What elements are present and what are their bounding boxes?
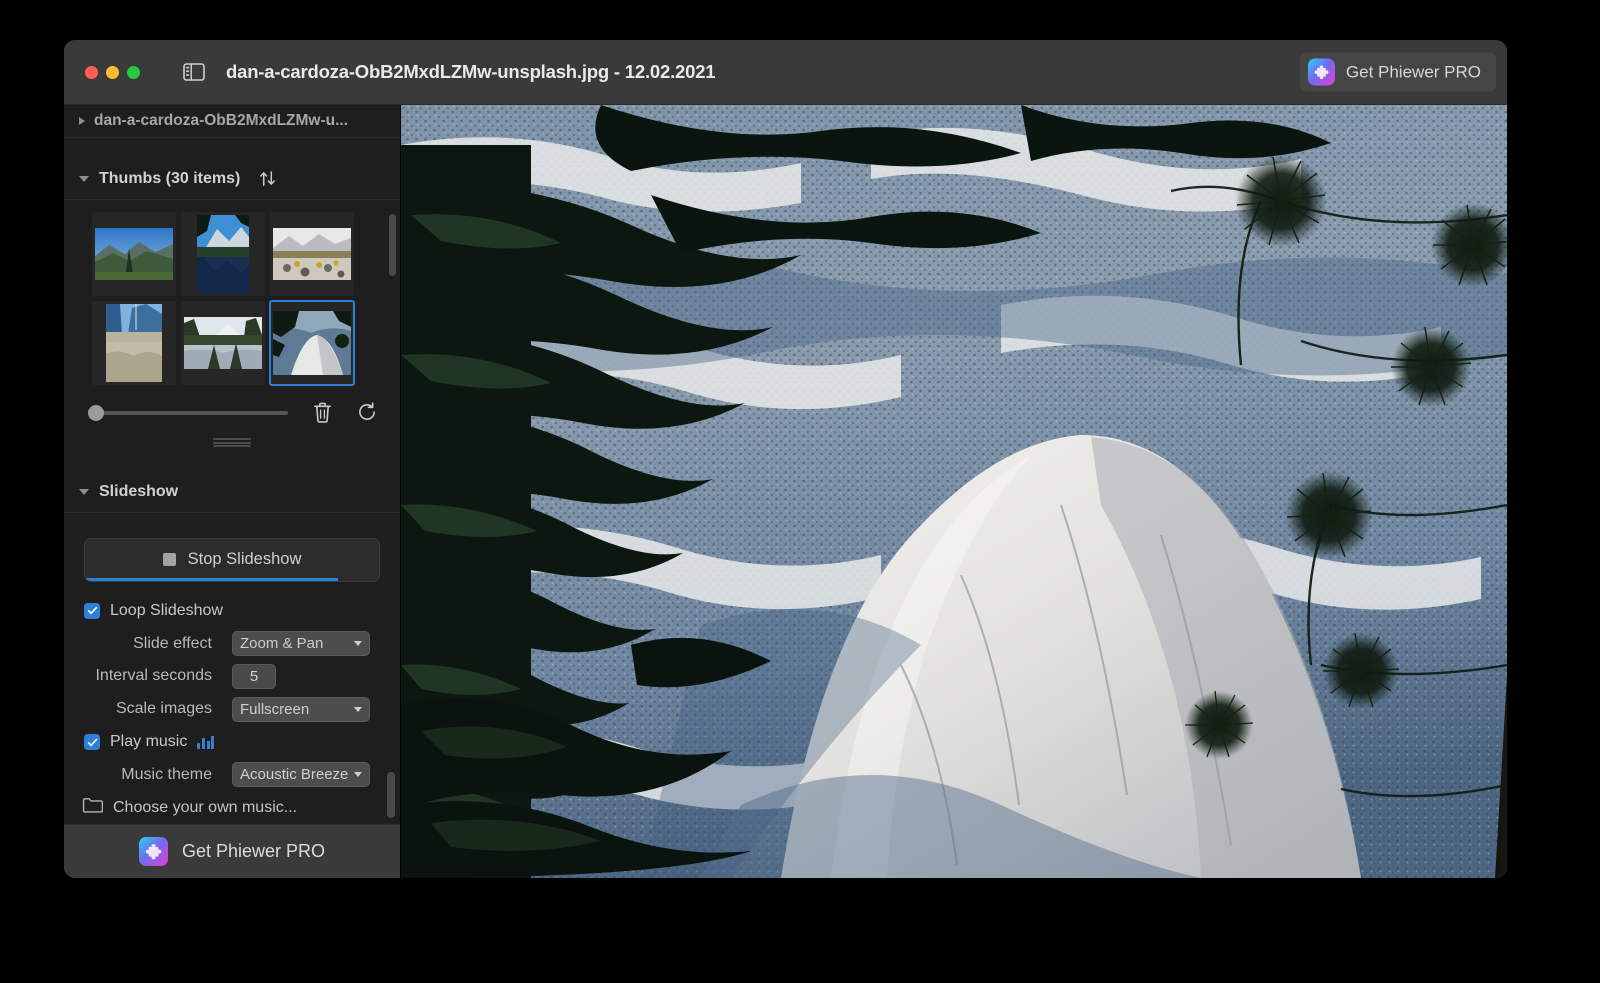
thumb-6-selected[interactable] [269,300,355,387]
interval-seconds-row: Interval seconds 5 [64,660,400,693]
thumbs-scrollbar[interactable] [389,214,396,277]
sidebar: dan-a-cardoza-ObB2MxdLZMw-u... Thumbs (3… [64,105,400,878]
window-title: dan-a-cardoza-ObB2MxdLZMw-unsplash.jpg -… [226,61,716,82]
triangle-right-icon[interactable] [79,116,85,125]
app-window: dan-a-cardoza-ObB2MxdLZMw-unsplash.jpg -… [64,40,1507,878]
rotate-cw-icon[interactable] [357,402,378,423]
zoom-button[interactable] [127,65,140,79]
thumb-5[interactable] [181,301,265,386]
image-viewer[interactable] [400,105,1507,878]
thumb-4[interactable] [92,301,176,386]
choose-music-row[interactable]: Choose your own music... [64,791,400,824]
get-pro-footer-label: Get Phiewer PRO [181,840,326,861]
scale-images-row: Scale images Fullscreen [64,693,400,726]
interval-seconds-label: Interval seconds [95,667,212,685]
loop-slideshow-row[interactable]: Loop Slideshow [64,594,400,627]
minimize-button[interactable] [106,65,119,79]
thumb-1[interactable] [92,212,176,297]
window-body: dan-a-cardoza-ObB2MxdLZMw-u... Thumbs (3… [64,105,1507,878]
thumb-3[interactable] [270,212,354,297]
music-theme-select[interactable]: Acoustic Breeze [232,762,370,788]
slideshow-title: Slideshow [99,482,179,500]
scale-images-value: Fullscreen [240,700,310,718]
stop-slideshow-label: Stop Slideshow [187,550,302,569]
slide-effect-row: Slide effect Zoom & Pan [64,627,400,660]
triangle-down-icon[interactable] [79,175,89,182]
slider-knob[interactable] [88,404,104,421]
get-pro-button-footer[interactable]: Get Phiewer PRO [64,823,400,878]
play-music-label: Play music [110,733,188,750]
slide-effect-select[interactable]: Zoom & Pan [232,631,370,657]
breadcrumb[interactable]: dan-a-cardoza-ObB2MxdLZMw-u... [64,105,400,138]
thumb-size-row [64,385,400,424]
music-theme-label: Music theme [121,765,212,783]
slideshow-progress-bar [85,578,338,581]
photo-canvas [401,105,1507,878]
play-music-checkbox[interactable] [84,734,100,750]
traffic-lights [85,65,140,79]
music-theme-value: Acoustic Breeze [240,766,349,784]
triangle-down-icon[interactable] [79,488,89,495]
resize-grip-icon[interactable] [213,438,251,447]
title-bar: dan-a-cardoza-ObB2MxdLZMw-unsplash.jpg -… [64,40,1507,105]
sort-arrows-icon[interactable] [258,170,277,187]
screen: dan-a-cardoza-ObB2MxdLZMw-unsplash.jpg -… [0,0,1600,983]
trash-icon[interactable] [312,401,333,424]
chevron-down-icon [354,641,362,647]
slide-effect-label: Slide effect [133,634,212,652]
stop-slideshow-button[interactable]: Stop Slideshow [84,537,380,582]
chevron-down-icon [354,772,362,778]
slideshow-section-header[interactable]: Slideshow [64,471,400,514]
thumbs-section-header[interactable]: Thumbs (30 items) [64,158,400,201]
chevron-down-icon [354,706,362,712]
stop-square-icon [162,553,176,567]
puzzle-piece-icon [1307,58,1335,86]
thumbs-grid [92,212,384,387]
thumbs-title: Thumbs (30 items) [99,169,241,187]
choose-music-label: Choose your own music... [113,798,298,816]
interval-seconds-input[interactable]: 5 [232,663,276,689]
scale-images-label: Scale images [115,700,212,718]
get-pro-button-titlebar[interactable]: Get Phiewer PRO [1299,52,1496,92]
equalizer-icon [197,735,215,749]
loop-slideshow-label: Loop Slideshow [110,601,223,619]
music-theme-row: Music theme Acoustic Breeze [64,758,400,791]
get-pro-label: Get Phiewer PRO [1345,62,1481,81]
sidebar-toggle-icon[interactable] [183,63,205,81]
close-button[interactable] [85,65,98,79]
slide-effect-value: Zoom & Pan [240,635,324,653]
play-music-row[interactable]: Play music [64,726,400,759]
puzzle-piece-icon [138,836,168,866]
sidebar-scrollbar[interactable] [387,772,395,818]
thumbs-panel [64,200,400,387]
breadcrumb-label: dan-a-cardoza-ObB2MxdLZMw-u... [94,111,349,129]
thumb-2[interactable] [181,212,265,297]
scale-images-select[interactable]: Fullscreen [232,696,370,722]
folder-icon [82,797,104,818]
thumb-size-slider[interactable] [88,404,288,421]
loop-slideshow-checkbox[interactable] [84,602,100,619]
